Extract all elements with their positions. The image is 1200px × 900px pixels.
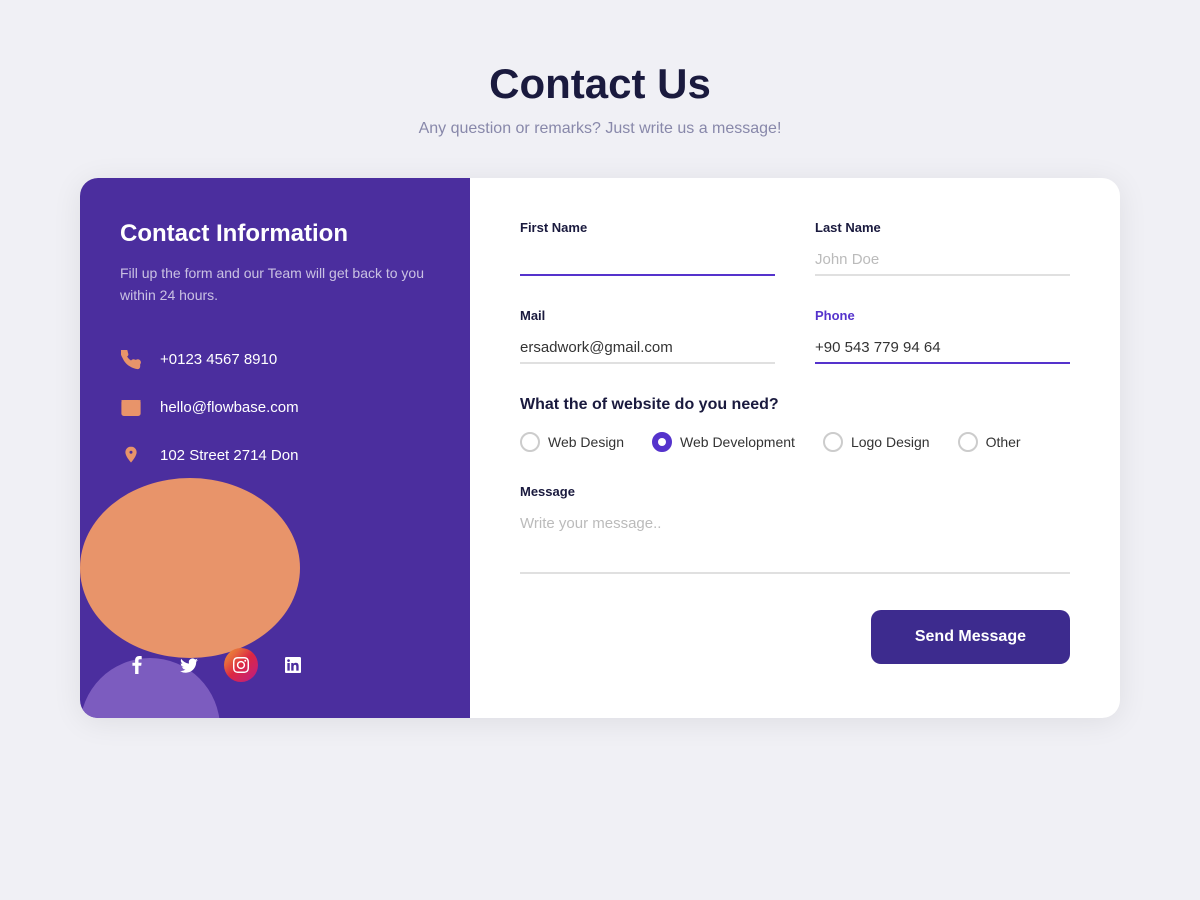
option-web-development[interactable]: Web Development [652,432,795,452]
radio-other[interactable] [958,432,978,452]
email-text: hello@flowbase.com [160,399,299,416]
first-name-input[interactable] [520,245,775,276]
info-panel-title: Contact Information [120,220,430,248]
send-message-button[interactable]: Send Message [871,610,1070,664]
contact-row: Mail Phone [520,308,1070,364]
message-label: Message [520,484,1070,499]
instagram-button[interactable] [224,648,258,682]
twitter-button[interactable] [172,648,206,682]
contact-card: Contact Information Fill up the form and… [80,178,1120,718]
option-web-design[interactable]: Web Design [520,432,624,452]
option-logo-design[interactable]: Logo Design [823,432,930,452]
mail-label: Mail [520,308,775,323]
label-web-development: Web Development [680,434,795,450]
name-row: First Name Last Name [520,220,1070,276]
address-text: 102 Street 2714 Don [160,447,298,464]
page-header: Contact Us Any question or remarks? Just… [419,60,782,138]
phone-text: +0123 4567 8910 [160,351,277,368]
mail-group: Mail [520,308,775,364]
social-row [120,648,430,718]
info-panel-description: Fill up the form and our Team will get b… [120,262,430,307]
address-item: 102 Street 2714 Don [120,445,430,467]
option-other[interactable]: Other [958,432,1021,452]
first-name-label: First Name [520,220,775,235]
phone-input[interactable] [815,333,1070,364]
email-icon [120,397,142,419]
phone-group: Phone [815,308,1070,364]
website-question: What the of website do you need? [520,396,1070,414]
last-name-input[interactable] [815,245,1070,276]
form-panel: First Name Last Name Mail Phone What the… [470,178,1120,718]
radio-web-development[interactable] [652,432,672,452]
facebook-button[interactable] [120,648,154,682]
phone-item: +0123 4567 8910 [120,349,430,371]
phone-label: Phone [815,308,1070,323]
radio-options-row: Web Design Web Development Logo Design O… [520,432,1070,452]
linkedin-button[interactable] [276,648,310,682]
last-name-label: Last Name [815,220,1070,235]
website-question-group: What the of website do you need? Web Des… [520,396,1070,484]
label-web-design: Web Design [548,434,624,450]
last-name-group: Last Name [815,220,1070,276]
info-panel: Contact Information Fill up the form and… [80,178,470,718]
location-icon [120,445,142,467]
email-item: hello@flowbase.com [120,397,430,419]
phone-icon [120,349,142,371]
page-title: Contact Us [419,60,782,108]
radio-web-design[interactable] [520,432,540,452]
radio-logo-design[interactable] [823,432,843,452]
label-logo-design: Logo Design [851,434,930,450]
label-other: Other [986,434,1021,450]
mail-input[interactable] [520,333,775,364]
message-group: Message [520,484,1070,574]
first-name-group: First Name [520,220,775,276]
message-textarea[interactable] [520,509,1070,574]
page-subtitle: Any question or remarks? Just write us a… [419,120,782,138]
deco-pink-ellipse [80,478,300,658]
